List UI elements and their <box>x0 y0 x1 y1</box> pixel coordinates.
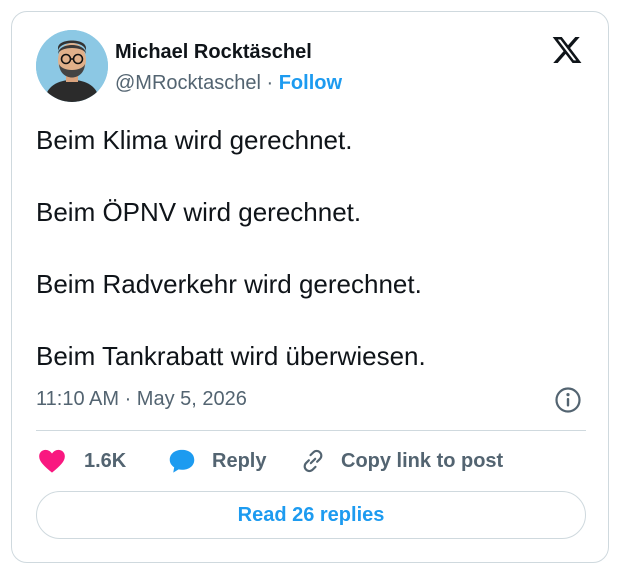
x-logo-icon[interactable] <box>550 34 584 66</box>
info-icon[interactable] <box>554 386 582 414</box>
tweet-line: Beim Radverkehr wird gerechnet. <box>36 269 422 299</box>
reply-label: Reply <box>212 449 267 472</box>
avatar[interactable] <box>36 30 108 102</box>
avatar-image <box>36 30 108 102</box>
copy-link-label: Copy link to post <box>341 449 504 472</box>
read-replies-button[interactable]: Read 26 replies <box>36 491 586 539</box>
follow-button[interactable]: Follow <box>279 72 342 94</box>
tweet-line: Beim ÖPNV wird gerechnet. <box>36 197 362 227</box>
heart-icon <box>39 449 65 473</box>
copy-link-button[interactable]: Copy link to post <box>299 448 503 474</box>
author-handle[interactable]: @MRocktaschel <box>115 72 261 94</box>
separator-dot: · <box>266 72 274 94</box>
like-button[interactable]: 1.6K <box>38 448 126 474</box>
tweet-timestamp[interactable]: 11:10 AM · May 5, 2026 <box>36 387 247 411</box>
tweet-text: Beim Klima wird gerechnet. Beim ÖPNV wir… <box>36 125 586 413</box>
tweet-line: Beim Tankrabatt wird überwiesen. <box>36 341 426 371</box>
reply-button[interactable]: Reply <box>168 448 266 474</box>
link-icon <box>303 449 323 473</box>
divider <box>36 430 586 431</box>
tweet-card: Michael Rocktäschel @MRocktaschel · Foll… <box>11 11 609 563</box>
speech-bubble-icon <box>169 449 195 473</box>
author-name[interactable]: Michael Rocktäschel <box>115 40 312 64</box>
tweet-line: Beim Klima wird gerechnet. <box>36 125 353 155</box>
like-count: 1.6K <box>84 449 127 472</box>
author-handle-row: @MRocktaschel · Follow <box>115 71 342 95</box>
